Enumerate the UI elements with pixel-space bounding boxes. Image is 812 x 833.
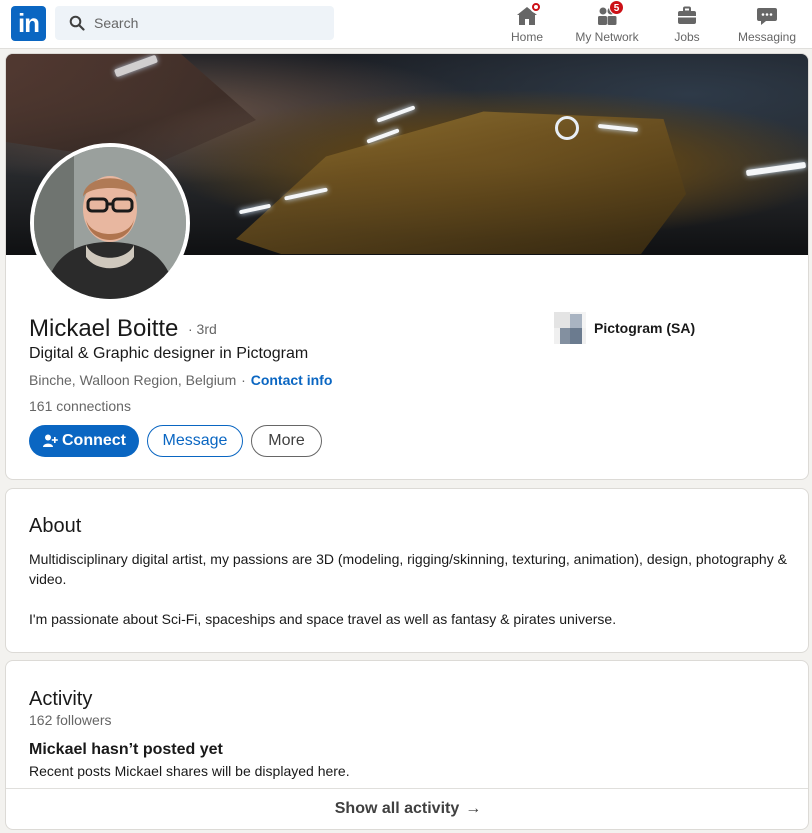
banner-light: [376, 105, 416, 123]
followers-count: 162 followers: [29, 712, 112, 728]
network-badge: 5: [609, 0, 624, 15]
connect-button[interactable]: Connect: [29, 425, 139, 457]
profile-headline: Digital & Graphic designer in Pictogram: [29, 345, 309, 362]
arrow-right-icon: →: [465, 800, 482, 817]
search-box[interactable]: [55, 6, 334, 40]
briefcase-icon: [674, 3, 700, 29]
current-company[interactable]: Pictogram (SA): [554, 312, 695, 344]
banner-ring-light: [555, 116, 579, 140]
connect-button-label: Connect: [62, 432, 126, 449]
profile-location: Binche, Walloon Region, Belgium: [29, 372, 237, 388]
banner-light: [745, 161, 807, 177]
nav-home-label: Home: [510, 30, 543, 44]
activity-title: Activity: [29, 688, 93, 710]
show-all-activity-label: Show all activity: [334, 800, 460, 817]
nav-jobs-label: Jobs: [674, 30, 700, 44]
message-button[interactable]: Message: [147, 425, 243, 457]
nav-home[interactable]: Home: [507, 1, 547, 45]
contact-info-link[interactable]: Contact info: [251, 372, 333, 388]
show-all-activity-button[interactable]: Show all activity →: [6, 788, 808, 829]
profile-name: Mickael Boitte: [29, 315, 179, 342]
more-button-label: More: [268, 432, 305, 449]
nav-messaging-label: Messaging: [737, 30, 797, 44]
about-title: About: [29, 515, 82, 537]
connection-degree: · 3rd: [188, 321, 217, 337]
network-icon: 5: [594, 0, 624, 29]
activity-card: Activity 162 followers Mickael hasn’t po…: [5, 660, 809, 830]
search-icon: [69, 15, 85, 31]
location-separator: ·: [241, 372, 246, 388]
linkedin-logo[interactable]: in: [11, 6, 46, 41]
message-button-label: Message: [162, 432, 228, 449]
profile-location-row: Binche, Walloon Region, Belgium · Contac…: [29, 372, 332, 388]
nav-my-network[interactable]: 5 My Network: [572, 0, 642, 45]
nav-messaging[interactable]: Messaging: [736, 3, 798, 45]
about-paragraph: Multidisciplinary digital artist, my pas…: [29, 551, 787, 587]
profile-avatar[interactable]: [30, 143, 190, 303]
home-icon: [514, 1, 542, 29]
nav-jobs[interactable]: Jobs: [668, 3, 706, 45]
about-card: About Multidisciplinary digital artist, …: [5, 488, 809, 653]
about-text: Multidisciplinary digital artist, my pas…: [29, 549, 789, 629]
chat-icon: [754, 3, 780, 29]
profile-card: Mickael Boitte · 3rd Digital & Graphic d…: [5, 53, 809, 480]
about-paragraph: I'm passionate about Sci-Fi, spaceships …: [29, 611, 617, 627]
company-logo: [554, 312, 586, 344]
no-posts-title: Mickael hasn’t posted yet: [29, 741, 223, 758]
notification-dot: [530, 1, 542, 13]
add-person-icon: [43, 434, 58, 447]
no-posts-subtitle: Recent posts Mickael shares will be disp…: [29, 763, 350, 779]
company-name: Pictogram (SA): [594, 320, 696, 336]
connections-count[interactable]: 161 connections: [29, 398, 131, 414]
more-button[interactable]: More: [251, 425, 322, 457]
search-input[interactable]: [94, 15, 324, 31]
nav-my-network-label: My Network: [575, 30, 639, 44]
top-nav: in Home 5 My Network Jobs Messaging: [0, 0, 812, 49]
